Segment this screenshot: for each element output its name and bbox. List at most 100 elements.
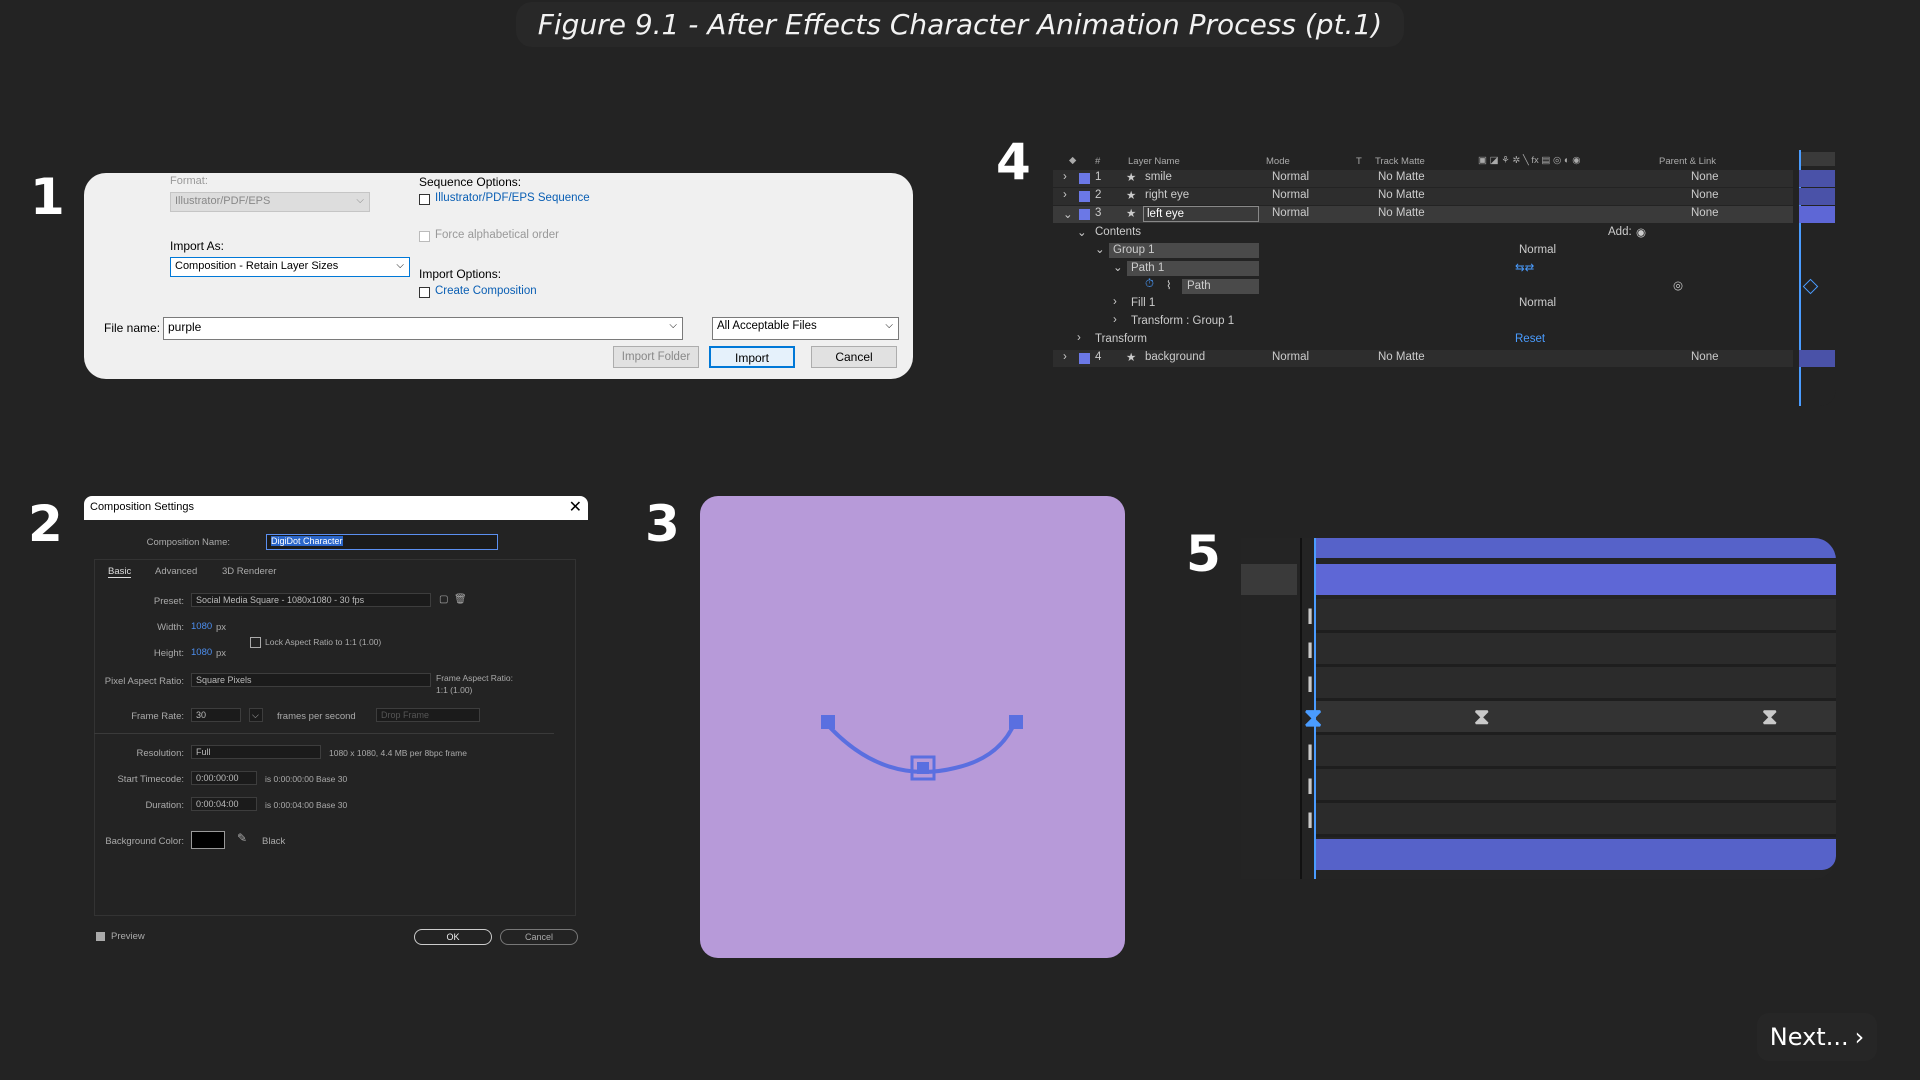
height-value[interactable]: 1080 bbox=[191, 647, 212, 658]
cancel-button[interactable]: Cancel bbox=[500, 929, 578, 945]
chevron-down-icon[interactable]: ⌄ bbox=[1113, 260, 1123, 274]
layer-duration-bar[interactable] bbox=[1799, 350, 1835, 367]
fill1-label[interactable]: Fill 1 bbox=[1131, 297, 1155, 309]
bg-color-swatch[interactable] bbox=[191, 831, 225, 849]
anchor-point-right[interactable] bbox=[1009, 715, 1023, 729]
chevron-right-icon[interactable]: › bbox=[1063, 189, 1067, 201]
stopwatch-icon[interactable]: ⏱ bbox=[1145, 278, 1154, 291]
layer-name[interactable]: right eye bbox=[1145, 189, 1189, 201]
layer-duration-bar[interactable] bbox=[1799, 170, 1835, 187]
group1-mode[interactable]: Normal bbox=[1519, 244, 1556, 256]
lock-aspect-checkbox[interactable] bbox=[250, 637, 261, 648]
group1-label[interactable]: Group 1 bbox=[1113, 244, 1155, 256]
preset-select[interactable]: Social Media Square - 1080x1080 - 30 fps bbox=[191, 593, 431, 607]
keyframe-marker[interactable]: I bbox=[1307, 638, 1313, 664]
create-comp-checkbox[interactable] bbox=[419, 287, 430, 298]
label-swatch[interactable] bbox=[1079, 173, 1090, 184]
chevron-right-icon[interactable]: › bbox=[1113, 296, 1117, 308]
figure-title: Figure 9.1 - After Effects Character Ani… bbox=[0, 2, 1920, 47]
time-ruler[interactable] bbox=[1799, 152, 1835, 166]
save-preset-icon[interactable]: ▢ bbox=[439, 594, 448, 605]
track-matte[interactable]: No Matte bbox=[1378, 189, 1425, 201]
chevron-right-icon[interactable]: › bbox=[1113, 314, 1117, 326]
import-folder-button[interactable]: Import Folder bbox=[613, 346, 699, 368]
reset-link[interactable]: Reset bbox=[1515, 333, 1545, 345]
layer-parent[interactable]: None bbox=[1691, 207, 1719, 219]
layer-parent[interactable]: None bbox=[1691, 351, 1719, 363]
keyframe-marker[interactable]: I bbox=[1307, 808, 1313, 834]
eyedropper-icon[interactable]: ✎ bbox=[237, 831, 247, 845]
file-name-input[interactable]: purple ⌵ bbox=[163, 317, 683, 340]
sequence-checkbox[interactable] bbox=[419, 194, 430, 205]
cancel-button[interactable]: Cancel bbox=[811, 346, 897, 368]
add-icon[interactable]: ◉ bbox=[1636, 225, 1646, 239]
keyframe-icon[interactable]: ⧗ bbox=[1762, 704, 1777, 730]
layer-name-rename-field[interactable]: left eye bbox=[1143, 206, 1259, 222]
import-as-select[interactable]: Composition - Retain Layer Sizes ⌵ bbox=[170, 257, 410, 277]
keyframe-marker[interactable]: I bbox=[1307, 740, 1313, 766]
layer-duration-bar[interactable] bbox=[1799, 206, 1835, 223]
preview-checkbox[interactable] bbox=[96, 932, 105, 941]
tab-3d-renderer[interactable]: 3D Renderer bbox=[222, 566, 276, 577]
chevron-right-icon[interactable]: › bbox=[1063, 171, 1067, 183]
layer-bar-bottom[interactable] bbox=[1315, 839, 1836, 870]
layer-parent[interactable]: None bbox=[1691, 189, 1719, 201]
label-swatch[interactable] bbox=[1079, 191, 1090, 202]
width-value[interactable]: 1080 bbox=[191, 621, 212, 632]
file-type-select[interactable]: All Acceptable Files ⌵ bbox=[712, 317, 899, 340]
track-matte[interactable]: No Matte bbox=[1378, 171, 1425, 183]
layer-mode[interactable]: Normal bbox=[1272, 351, 1309, 363]
label-swatch[interactable] bbox=[1079, 353, 1090, 364]
trash-icon[interactable]: 🗑 bbox=[454, 594, 467, 605]
comp-name-input[interactable]: DigiDot Character bbox=[266, 534, 498, 550]
transform-label[interactable]: Transform bbox=[1095, 333, 1147, 345]
tab-basic[interactable]: Basic bbox=[108, 566, 132, 578]
layer-name[interactable]: smile bbox=[1145, 171, 1172, 183]
force-alpha-checkbox[interactable] bbox=[419, 231, 430, 242]
track-matte[interactable]: No Matte bbox=[1378, 351, 1425, 363]
chevron-down-icon[interactable]: ⌄ bbox=[1077, 225, 1087, 239]
frame-rate-dropdown[interactable]: ⌵ bbox=[249, 708, 263, 722]
keyframe-icon[interactable] bbox=[1802, 278, 1819, 295]
layer-bar-selected[interactable] bbox=[1315, 564, 1836, 595]
par-select[interactable]: Square Pixels bbox=[191, 673, 431, 687]
label-swatch[interactable] bbox=[1079, 209, 1090, 220]
path1-label[interactable]: Path 1 bbox=[1131, 262, 1164, 274]
height-label: Height: bbox=[153, 648, 184, 659]
path-label[interactable]: Path bbox=[1187, 280, 1211, 292]
start-timecode-input[interactable]: 0:00:00:00 bbox=[191, 771, 257, 785]
track-matte[interactable]: No Matte bbox=[1378, 207, 1425, 219]
keyframe-marker[interactable]: I bbox=[1307, 672, 1313, 698]
keyframe-marker[interactable]: I bbox=[1307, 604, 1313, 630]
header-t: T bbox=[1356, 156, 1362, 167]
far-value: 1:1 (1.00) bbox=[436, 685, 473, 695]
layer-bar-top[interactable] bbox=[1315, 538, 1836, 558]
chevron-right-icon[interactable]: › bbox=[1077, 332, 1081, 344]
layer-mode[interactable]: Normal bbox=[1272, 207, 1309, 219]
next-button[interactable]: Next... › bbox=[1757, 1013, 1877, 1061]
anchor-point-left[interactable] bbox=[821, 715, 835, 729]
tab-advanced[interactable]: Advanced bbox=[155, 566, 197, 577]
chevron-down-icon[interactable]: ⌄ bbox=[1063, 207, 1073, 221]
layer-parent[interactable]: None bbox=[1691, 171, 1719, 183]
path-direction-icon[interactable]: ⇆⇄ bbox=[1515, 260, 1534, 274]
resolution-select[interactable]: Full bbox=[191, 745, 321, 759]
keyframe-marker[interactable]: I bbox=[1307, 774, 1313, 800]
transform-group-label[interactable]: Transform : Group 1 bbox=[1131, 315, 1234, 327]
ok-button[interactable]: OK bbox=[414, 929, 492, 945]
frame-rate-input[interactable]: 30 bbox=[191, 708, 241, 722]
selected-keyframe-icon[interactable]: ⧗ bbox=[1304, 702, 1322, 734]
layer-mode[interactable]: Normal bbox=[1272, 189, 1309, 201]
duration-input[interactable]: 0:00:04:00 bbox=[191, 797, 257, 811]
layer-mode[interactable]: Normal bbox=[1272, 171, 1309, 183]
fill1-mode[interactable]: Normal bbox=[1519, 297, 1556, 309]
layer-name[interactable]: background bbox=[1145, 351, 1205, 363]
pickwhip-icon[interactable]: ◎ bbox=[1673, 278, 1683, 292]
chevron-down-icon[interactable]: ⌄ bbox=[1095, 242, 1105, 256]
keyframe-icon[interactable]: ⧗ bbox=[1474, 704, 1489, 730]
drop-frame-select: Drop Frame bbox=[376, 708, 480, 722]
layer-duration-bar[interactable] bbox=[1799, 188, 1835, 205]
chevron-right-icon[interactable]: › bbox=[1063, 351, 1067, 363]
import-button[interactable]: Import bbox=[709, 346, 795, 368]
close-icon[interactable]: ✕ bbox=[569, 497, 582, 517]
